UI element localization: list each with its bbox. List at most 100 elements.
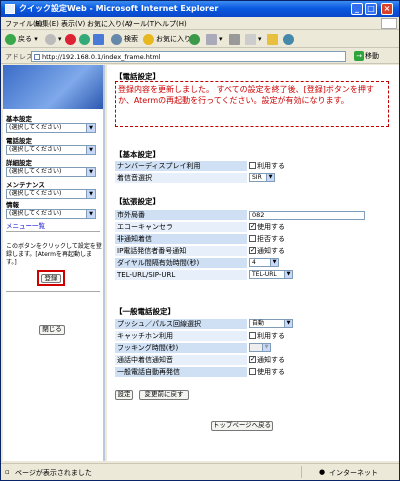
- nav-select-maintenance[interactable]: (選択してください) ▼: [6, 189, 96, 199]
- history-button[interactable]: [189, 33, 202, 46]
- chevron-down-icon: ▼: [262, 344, 270, 351]
- select-value: SIR: [252, 174, 262, 181]
- title-bar: クイック設定Web - Microsoft Internet Explorer …: [1, 1, 399, 17]
- setting-value: ▼: [249, 343, 365, 353]
- checkbox-label: 使用する: [257, 223, 285, 231]
- setting-checkbox[interactable]: [249, 332, 256, 339]
- setting-checkbox[interactable]: [249, 162, 256, 169]
- checkbox-label: 通知する: [257, 356, 285, 364]
- setting-select[interactable]: 4 ▼: [249, 258, 279, 267]
- status-page-icon: ▫: [5, 468, 10, 476]
- register-button[interactable]: 登録: [41, 274, 61, 283]
- folder-button[interactable]: [267, 33, 280, 46]
- stop-button[interactable]: [65, 33, 78, 46]
- checkbox-label: 利用する: [257, 162, 285, 170]
- settings-row: IP電話発信者番号通知 通知する: [115, 246, 365, 256]
- settings-row: プッシュ／パルス回線選択 自動 ▼: [115, 319, 365, 329]
- setting-checkbox[interactable]: [249, 235, 256, 242]
- nav-group-label: 情報: [6, 201, 19, 209]
- browser-window: クイック設定Web - Microsoft Internet Explorer …: [0, 0, 400, 481]
- nav-select-phone[interactable]: (選択してください) ▼: [6, 145, 96, 155]
- nav-group-label: 基本設定: [6, 115, 32, 123]
- messenger-button[interactable]: [283, 33, 296, 46]
- set-button[interactable]: 設定: [115, 390, 133, 400]
- checkbox-label: 拒否する: [257, 235, 285, 243]
- menu-tools[interactable]: ツール(T): [126, 19, 157, 29]
- setting-value: 082: [249, 210, 365, 220]
- menu-view[interactable]: 表示(V): [61, 19, 85, 29]
- refresh-button[interactable]: [79, 33, 92, 46]
- setting-select[interactable]: SIR ▼: [249, 173, 275, 182]
- main-content-frame: 【電話設定】 登録内容を更新しました。 すべての設定を終了後、[登録]ボタンを押…: [107, 65, 399, 461]
- search-icon: [111, 33, 122, 45]
- status-bar: ▫ ページが表示されました ● インターネット: [1, 463, 399, 480]
- setting-select[interactable]: 自動 ▼: [249, 319, 293, 328]
- setting-value: 拒否する: [249, 234, 365, 244]
- setting-checkbox[interactable]: [249, 222, 256, 230]
- chevron-down-icon: ▼: [284, 271, 292, 278]
- select-value: TEL-URL: [252, 271, 277, 278]
- nav-select-info[interactable]: (選択してください) ▼: [6, 209, 96, 219]
- close-window-button[interactable]: ×: [381, 3, 393, 15]
- print-icon: [229, 33, 240, 45]
- messenger-icon: [283, 33, 294, 45]
- nav-select-advanced[interactable]: (選択してください) ▼: [6, 167, 96, 177]
- setting-value: SIR ▼: [249, 173, 365, 183]
- chevron-down-icon: ▼: [270, 259, 278, 266]
- search-button[interactable]: 検索: [111, 33, 138, 46]
- aterm-logo: [3, 65, 103, 109]
- nav-select-basic[interactable]: (選択してください) ▼: [6, 123, 96, 133]
- checkbox-label: 利用する: [257, 332, 285, 340]
- settings-row: ダイヤル間隔有効時間(秒) 4 ▼: [115, 258, 365, 268]
- setting-checkbox[interactable]: [249, 355, 256, 363]
- back-arrow-icon: [5, 33, 16, 45]
- forward-button[interactable]: ▾: [45, 33, 62, 46]
- setting-select: ▼: [249, 343, 271, 352]
- home-icon: [93, 33, 104, 45]
- star-icon: [143, 33, 154, 45]
- select-value: 自動: [252, 320, 265, 327]
- favorites-button[interactable]: お気に入り: [143, 33, 191, 46]
- nav-group-maintenance: メンテナンス (選択してください) ▼: [6, 179, 102, 199]
- settings-row: キャッチホン利用 利用する: [115, 331, 365, 341]
- setting-label: 非通知着信: [115, 234, 247, 244]
- home-button[interactable]: [93, 33, 106, 46]
- window-title: クイック設定Web - Microsoft Internet Explorer: [19, 4, 219, 13]
- menu-help[interactable]: ヘルプ(H): [155, 19, 187, 29]
- menu-list-link[interactable]: メニュー一覧: [6, 220, 45, 230]
- forward-arrow-icon: [45, 33, 56, 45]
- setting-value: 利用する: [249, 161, 365, 171]
- menu-edit[interactable]: 編集(E): [35, 19, 59, 29]
- edit-button[interactable]: ▾: [245, 33, 262, 46]
- settings-row: 一般電話自動再発信 使用する: [115, 367, 365, 377]
- close-button[interactable]: 閉じる: [39, 325, 65, 335]
- mail-icon: [206, 33, 217, 45]
- go-button[interactable]: → 移動: [354, 51, 379, 62]
- setting-checkbox[interactable]: [249, 246, 256, 254]
- address-bar: アドレス(D) http://192.168.0.1/index_frame.h…: [1, 49, 399, 64]
- chevron-down-icon: ▼: [86, 146, 95, 154]
- revert-button[interactable]: 変更前に戻す: [139, 390, 189, 400]
- setting-value: TEL-URL ▼: [249, 270, 365, 280]
- print-button[interactable]: [229, 33, 242, 46]
- section-heading-general: 【一般電話設定】: [115, 307, 175, 316]
- register-button-highlight: 登録: [37, 270, 65, 286]
- area-code-input[interactable]: 082: [249, 211, 365, 220]
- minimize-button[interactable]: _: [351, 3, 363, 15]
- divider: [301, 466, 302, 478]
- setting-value: 使用する: [249, 367, 365, 377]
- mail-button[interactable]: ▾: [206, 33, 223, 46]
- maximize-button[interactable]: □: [365, 3, 377, 15]
- refresh-icon: [79, 33, 90, 45]
- section-heading-extended: 【拡張設定】: [115, 197, 160, 206]
- setting-value: 自動 ▼: [249, 319, 365, 329]
- setting-label: IP電話発信者番号通知: [115, 246, 247, 256]
- address-input[interactable]: http://192.168.0.1/index_frame.html: [31, 51, 346, 62]
- setting-select[interactable]: TEL-URL ▼: [249, 270, 293, 279]
- setting-label: フッキング時間(秒): [115, 343, 247, 353]
- setting-checkbox[interactable]: [249, 368, 256, 375]
- go-arrow-icon: →: [354, 51, 364, 61]
- setting-value: 利用する: [249, 331, 365, 341]
- back-to-top-button[interactable]: トップページへ戻る: [211, 421, 273, 431]
- back-button[interactable]: 戻る ▾: [5, 33, 38, 46]
